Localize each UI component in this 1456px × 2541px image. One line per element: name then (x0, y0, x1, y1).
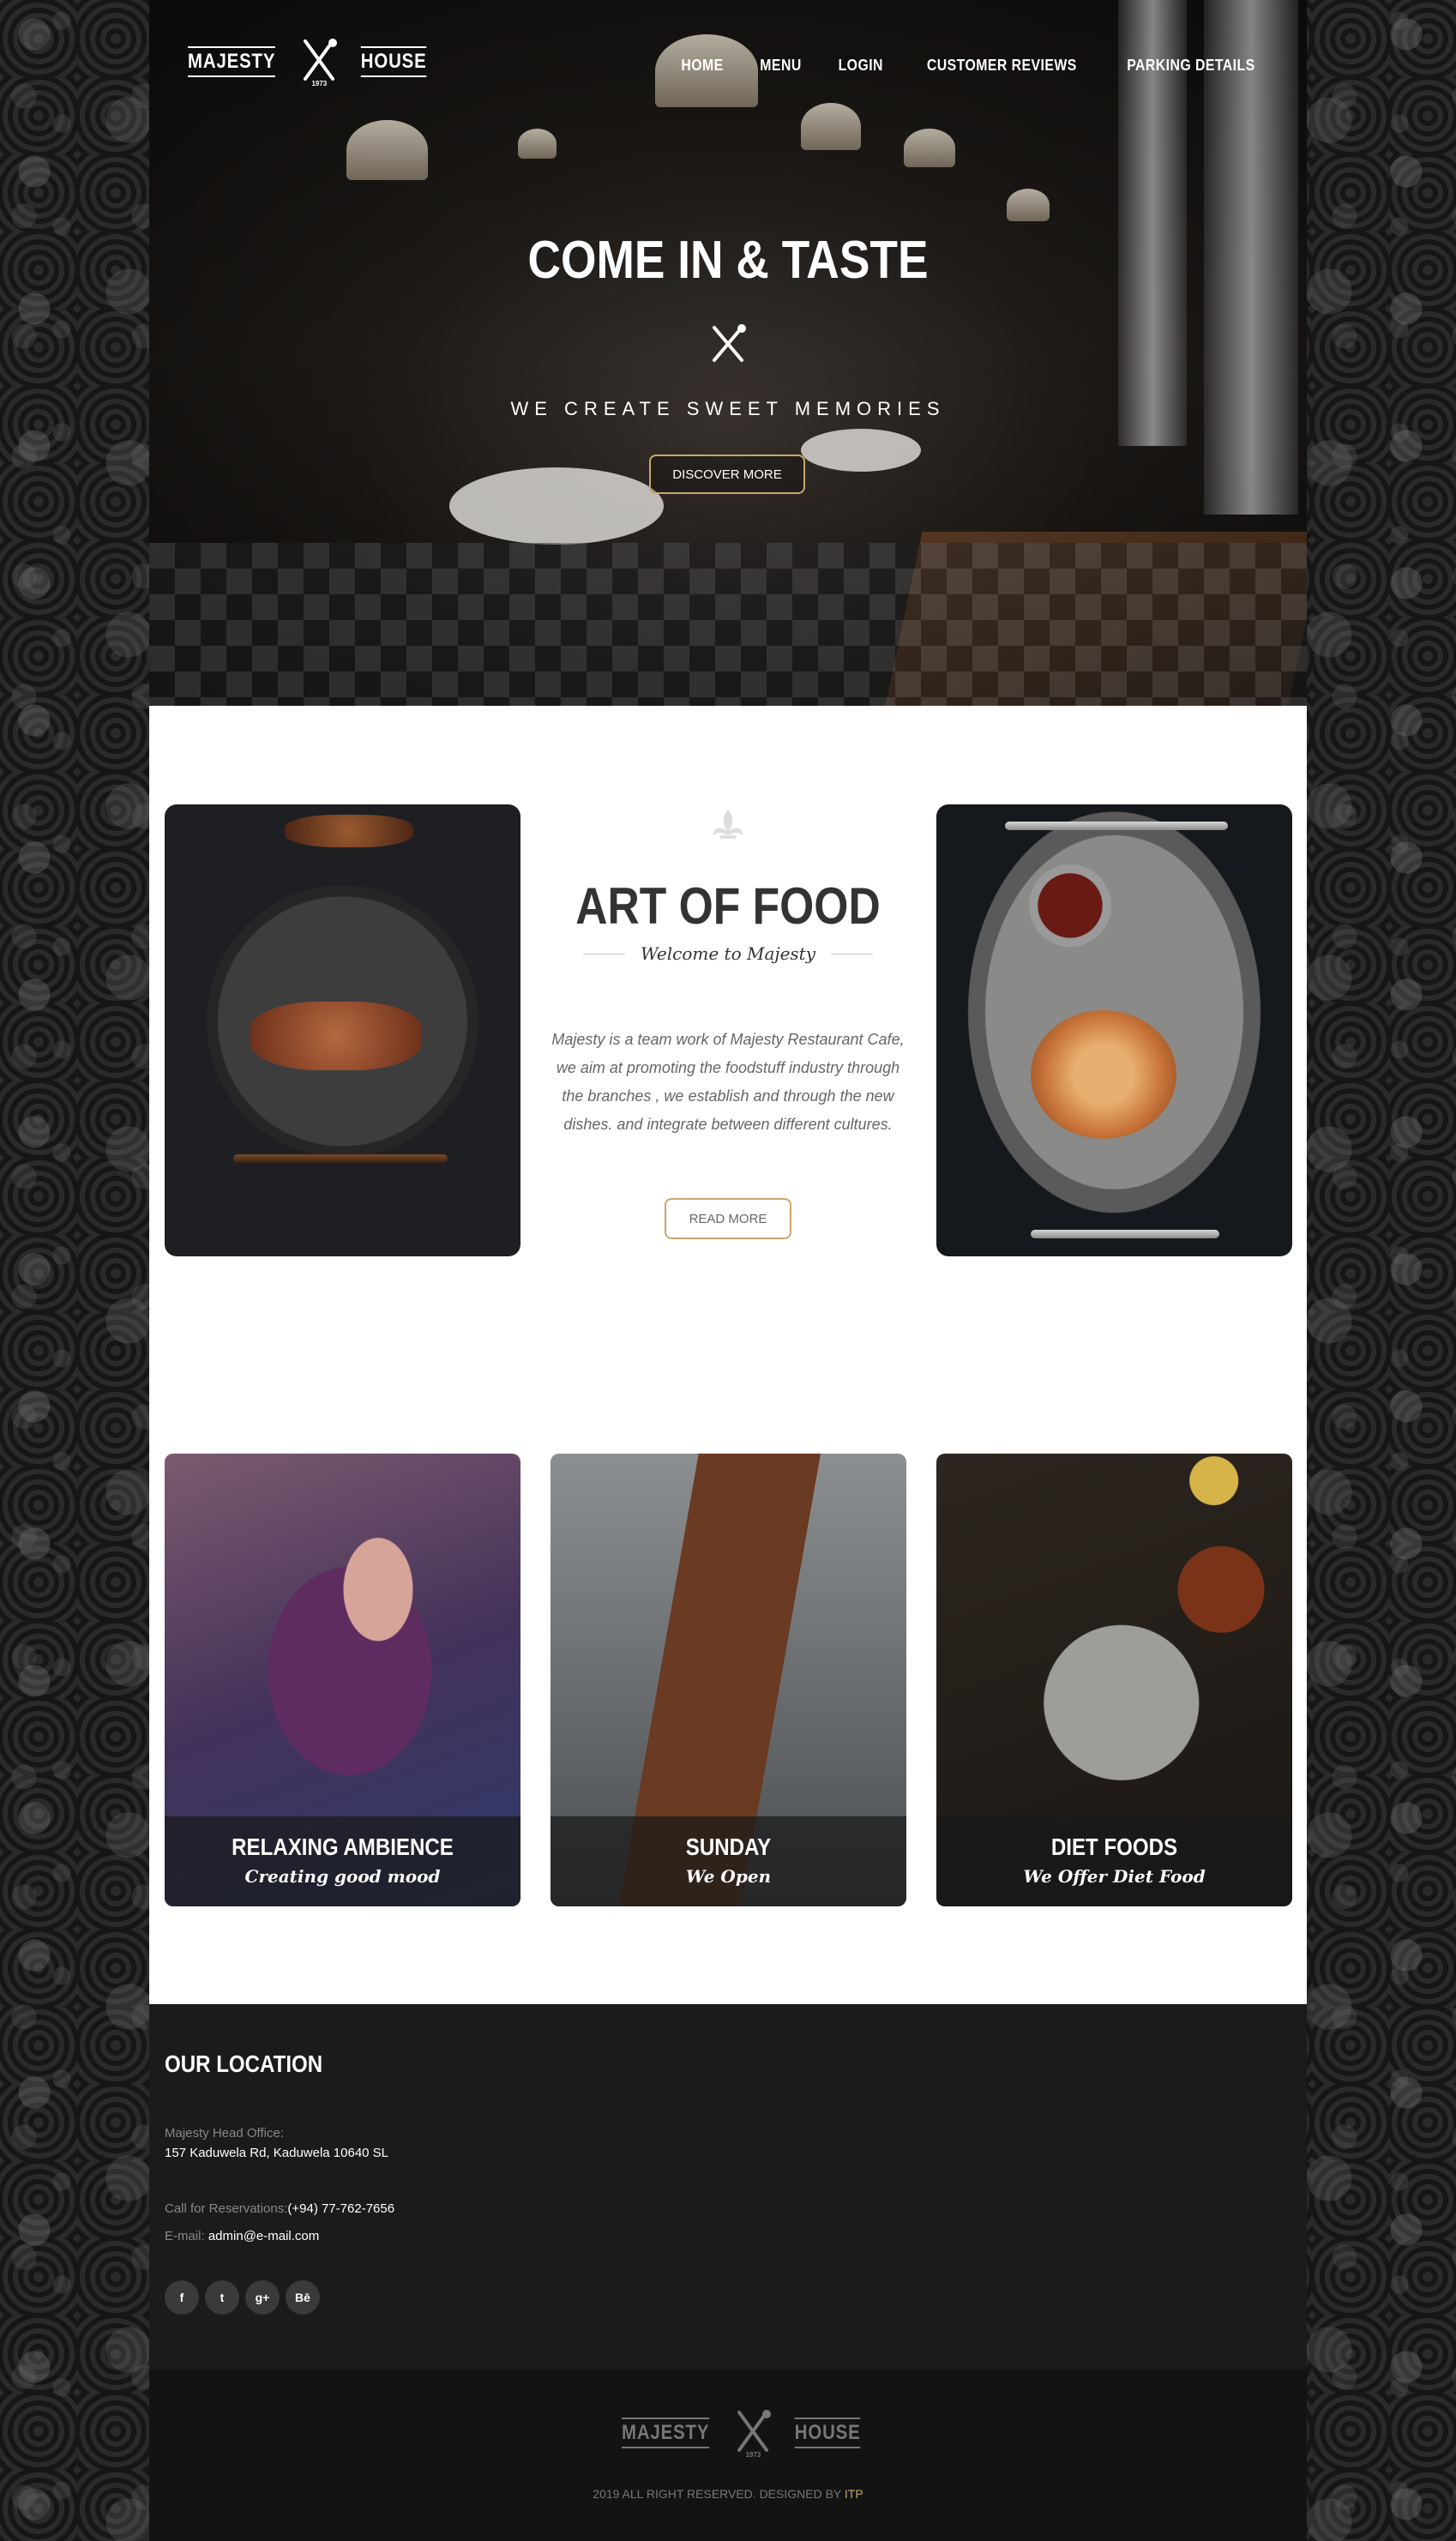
logo-year: 1973 (311, 80, 328, 87)
hero-section: MAJESTY 1973 HOUSE HOME MENU LOGIN CUSTO… (149, 0, 1307, 706)
table-decor (449, 467, 664, 545)
footer-bottom: MAJESTY 1973 HOUSE 2019 ALL RIGHT RESERV… (149, 2369, 1307, 2541)
office-address: 157 Kaduwela Rd, Kaduwela 10640 SL (165, 2146, 389, 2160)
feature-subtitle: We Offer Diet Food (1023, 1866, 1206, 1887)
facebook-icon[interactable]: f (165, 2280, 199, 2315)
art-description: Majesty is a team work of Majesty Restau… (551, 1031, 905, 1133)
nav-menu[interactable]: MENU (760, 57, 801, 75)
behance-icon[interactable]: Bē (286, 2280, 320, 2315)
leaf-decor (285, 815, 413, 847)
feature-title: SUNDAY (685, 1833, 772, 1860)
nav-login[interactable]: LOGIN (839, 57, 883, 75)
lamp-decor (346, 120, 428, 180)
lamp-decor (904, 129, 955, 167)
feature-caption: DIET FOODS We Offer Diet Food (936, 1816, 1292, 1906)
nav-home[interactable]: HOME (681, 57, 723, 75)
hero-subtitle: WE CREATE SWEET MEMORIES (510, 398, 946, 419)
reservation-line: Call for Reservations:(+94) 77-762-7656 (165, 2201, 394, 2216)
footer-location: OUR LOCATION Majesty Head Office: 157 Ka… (149, 2004, 1307, 2369)
fork-knife-icon: 1973 (727, 2407, 779, 2459)
bread-decor (1031, 1010, 1176, 1139)
sauce-decor (1029, 864, 1111, 947)
call-label: Call for Reservations: (165, 2201, 288, 2216)
feature-card-ambience[interactable]: RELAXING AMBIENCE Creating good mood (165, 1454, 520, 1906)
call-value[interactable]: (+94) 77-762-7656 (287, 2201, 394, 2216)
feature-card-sunday[interactable]: SUNDAY We Open (551, 1454, 906, 1906)
footer-logo[interactable]: MAJESTY 1973 HOUSE (614, 2407, 867, 2459)
logo-word-left: MAJESTY (622, 2418, 710, 2448)
meat-decor (250, 1002, 422, 1070)
discover-more-button[interactable]: DISCOVER MORE (649, 455, 805, 494)
email-line: E-mail: admin@e-mail.com (165, 2229, 319, 2243)
table-decor (801, 429, 921, 472)
logo-word-right: HOUSE (361, 46, 427, 77)
hero-title: COME IN & TASTE (527, 231, 929, 290)
copyright-text: 2019 ALL RIGHT RESERVED. DESIGNED BY (593, 2487, 845, 2501)
art-subtitle: Welcome to Majesty (640, 943, 816, 964)
feature-caption: RELAXING AMBIENCE Creating good mood (165, 1816, 520, 1906)
office-label: Majesty Head Office: (165, 2126, 284, 2141)
main-nav: HOME MENU LOGIN CUSTOMER REVIEWS PARKING… (678, 57, 1264, 75)
fork-knife-icon: 1973 (293, 36, 345, 87)
email-value[interactable]: admin@e-mail.com (208, 2229, 319, 2243)
chopsticks-decor (233, 1154, 448, 1163)
feature-title: DIET FOODS (1050, 1833, 1178, 1860)
email-label: E-mail: (165, 2229, 208, 2243)
social-links: f t g+ Bē (165, 2280, 320, 2315)
designer-link[interactable]: ITP (845, 2487, 863, 2501)
logo-year: 1973 (745, 2451, 761, 2459)
logo-word-left: MAJESTY (188, 46, 276, 77)
feature-title: RELAXING AMBIENCE (232, 1833, 454, 1860)
food-image-left (165, 804, 520, 1256)
read-more-button[interactable]: READ MORE (665, 1198, 791, 1239)
floor-decor (149, 543, 1307, 706)
fleur-de-lis-icon (708, 806, 748, 846)
feature-subtitle: We Open (685, 1866, 772, 1887)
location-title: OUR LOCATION (165, 2050, 323, 2077)
logo-word-right: HOUSE (795, 2418, 861, 2448)
nav-parking-details[interactable]: PARKING DETAILS (1127, 57, 1254, 75)
header-logo[interactable]: MAJESTY 1973 HOUSE (180, 36, 433, 87)
twitter-icon[interactable]: t (205, 2280, 239, 2315)
lamp-decor (1007, 189, 1050, 221)
art-subtitle-row: Welcome to Majesty (583, 943, 874, 964)
feature-card-diet-foods[interactable]: DIET FOODS We Offer Diet Food (936, 1454, 1292, 1906)
lamp-decor (801, 103, 861, 150)
food-image-right (936, 804, 1292, 1256)
feature-subtitle: Creating good mood (244, 1866, 441, 1887)
copyright: 2019 ALL RIGHT RESERVED. DESIGNED BY ITP (149, 2487, 1307, 2501)
feature-caption: SUNDAY We Open (551, 1816, 906, 1906)
fork-knife-icon (706, 321, 750, 365)
google-plus-icon[interactable]: g+ (245, 2280, 280, 2315)
knife-decor (1005, 822, 1228, 830)
nav-customer-reviews[interactable]: CUSTOMER REVIEWS (927, 57, 1077, 75)
page-wrapper: MAJESTY 1973 HOUSE HOME MENU LOGIN CUSTO… (149, 0, 1307, 2541)
lamp-decor (518, 129, 557, 159)
fork-decor (1031, 1230, 1219, 1238)
